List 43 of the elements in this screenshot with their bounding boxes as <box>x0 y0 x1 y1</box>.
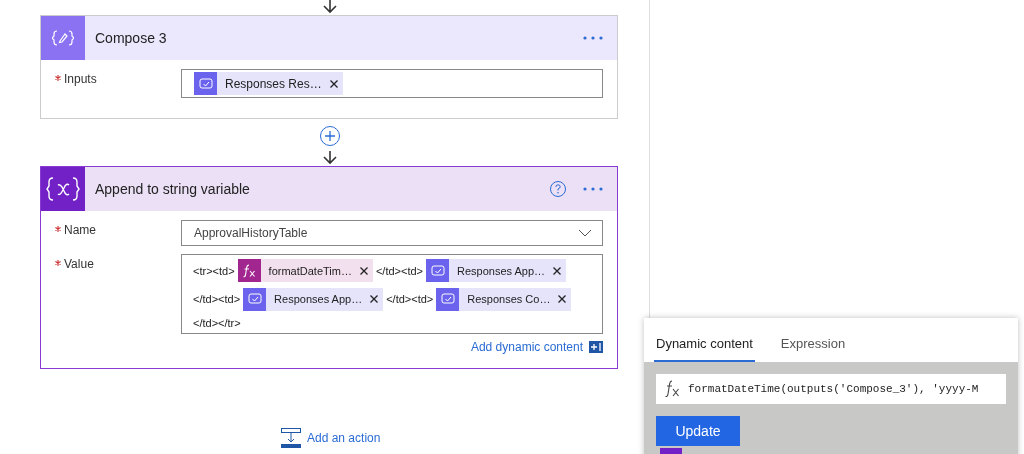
approval-icon <box>436 288 460 311</box>
markup-text: <tr><td> <box>193 264 235 277</box>
add-action-icon <box>281 428 301 448</box>
remove-icon[interactable] <box>359 266 368 275</box>
markup-text: </td></tr> <box>193 316 241 329</box>
approval-icon <box>194 72 217 95</box>
help-icon[interactable] <box>549 180 567 198</box>
token-chip[interactable]: Responses App… <box>243 288 384 311</box>
function-icon <box>664 380 680 398</box>
arrow-connector <box>323 0 337 14</box>
add-icon[interactable] <box>589 341 603 353</box>
field-label: Inputs <box>55 69 181 98</box>
card-title: Compose 3 <box>95 30 168 46</box>
input-field[interactable]: Responses Res… <box>181 69 603 98</box>
markup-text: </td><td> <box>193 293 241 306</box>
remove-icon[interactable] <box>329 79 338 88</box>
more-icon[interactable] <box>583 36 603 40</box>
dropdown-field[interactable]: ApprovalHistoryTable <box>181 220 603 246</box>
arrow-connector <box>323 151 337 165</box>
add-dynamic-content-link[interactable]: Add dynamic content <box>470 340 583 354</box>
markup-text: </td><td> <box>375 264 424 277</box>
more-icon[interactable] <box>583 187 603 191</box>
token-chip[interactable]: Responses Co… <box>436 288 572 311</box>
field-label: Value <box>55 254 181 334</box>
update-button[interactable]: Update <box>656 416 740 446</box>
chevron-down-icon <box>578 229 592 237</box>
function-icon <box>237 259 261 283</box>
card-title: Append to string variable <box>95 181 251 197</box>
token-chip[interactable]: Responses Res… <box>194 72 343 95</box>
add-action-button[interactable]: Add an action <box>281 428 381 448</box>
field-label: Name <box>55 220 181 246</box>
add-step-icon[interactable] <box>319 125 341 147</box>
markup-text: </td><td> <box>386 293 434 306</box>
remove-icon[interactable] <box>370 295 379 304</box>
remove-icon[interactable] <box>553 266 562 275</box>
remove-icon[interactable] <box>558 295 567 304</box>
expression-field[interactable]: formatDateTime(outputs('Compose_3'), 'yyyy-M <box>656 374 1006 404</box>
approval-icon <box>243 288 267 311</box>
input-field[interactable]: <tr><td> formatDateTim… </td><td> Responses App… </td><td> Responses App… </td><td> Responses Co… </td></tr> <box>181 254 603 334</box>
token-chip[interactable]: formatDateTim… <box>237 259 373 283</box>
token-chip[interactable]: Responses App… <box>426 259 567 283</box>
approval-icon <box>426 259 450 283</box>
panel-tab[interactable]: Expression <box>778 336 848 362</box>
